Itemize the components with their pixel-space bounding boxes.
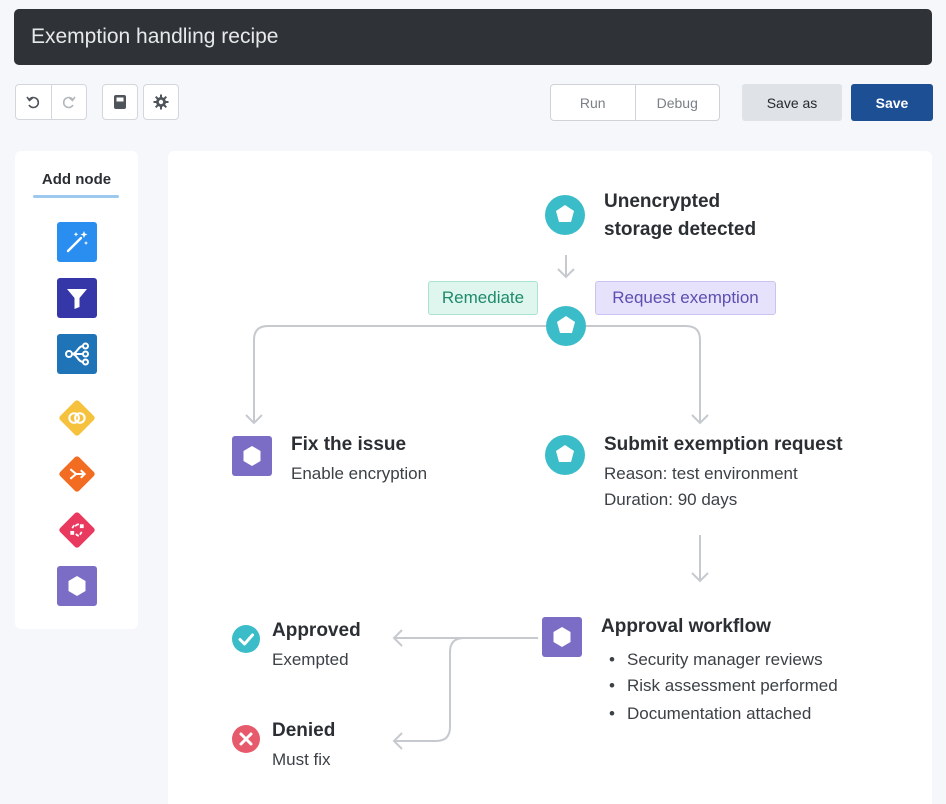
add-action-node[interactable] [57,566,97,606]
add-link-node[interactable] [57,398,97,438]
add-ai-node[interactable] [57,222,97,262]
run-button[interactable]: Run [551,85,635,120]
trigger-title-line1: Unencrypted [604,191,721,212]
fix-title: Fix the issue [291,434,407,455]
filter-icon [57,278,97,318]
approval-title: Approval workflow [601,616,771,637]
submit-node-icon[interactable] [545,435,585,475]
docs-button[interactable] [102,84,138,120]
hexagon-icon [57,566,97,606]
node-palette: Add node [15,151,138,629]
trigger-node-icon[interactable] [545,195,585,235]
merge-arrow-icon [59,456,95,492]
fix-subtitle: Enable encryption [291,464,428,483]
submit-title: Submit exemption request [604,434,843,455]
rings-icon [59,400,95,436]
workflow-canvas[interactable]: Unencrypted storage detected Remediate R… [168,151,932,804]
approval-bullet: Documentation attached [609,704,811,724]
settings-button[interactable] [143,84,179,120]
denied-x-icon [232,725,260,753]
approval-bullet: Risk assessment performed [609,676,838,696]
add-shuffle-node[interactable] [57,510,97,550]
undo-button[interactable] [16,85,51,119]
remediate-branch-label[interactable]: Remediate [428,281,538,315]
approval-bullet: Security manager reviews [609,650,823,670]
trigger-title-line2: storage detected [604,219,757,240]
palette-title: Add node [41,171,112,188]
history-group [15,84,87,120]
book-icon [114,95,126,109]
exemption-branch-label[interactable]: Request exemption [595,281,776,315]
add-filter-node[interactable] [57,278,97,318]
undo-icon [26,96,40,109]
title-bar: Exemption handling recipe [14,9,932,65]
gear-icon [153,94,169,110]
connector-lines [245,255,709,750]
submit-duration: Duration: 90 days [604,490,738,509]
redo-icon [62,96,76,109]
submit-reason: Reason: test environment [604,464,798,483]
denied-subtitle: Must fix [272,750,331,769]
redo-button[interactable] [50,85,87,119]
fix-node-icon[interactable] [232,436,272,476]
add-branch-node[interactable] [57,334,97,374]
save-as-button[interactable]: Save as [742,84,842,121]
approved-subtitle: Exempted [272,650,349,669]
denied-title: Denied [272,720,336,741]
branch-icon [57,334,97,374]
debug-button[interactable]: Debug [634,85,720,120]
shuffle-icon [59,512,95,548]
recipe-title: Exemption handling recipe [31,25,279,48]
palette-title-underline [33,195,119,198]
run-debug-group: Run Debug [550,84,720,121]
save-button[interactable]: Save [851,84,933,121]
approval-node-icon[interactable] [542,617,582,657]
approved-check-icon [232,625,260,653]
magic-wand-icon [57,222,97,262]
add-merge-node[interactable] [57,454,97,494]
branch-node-icon[interactable] [546,306,586,346]
approved-title: Approved [272,620,361,641]
